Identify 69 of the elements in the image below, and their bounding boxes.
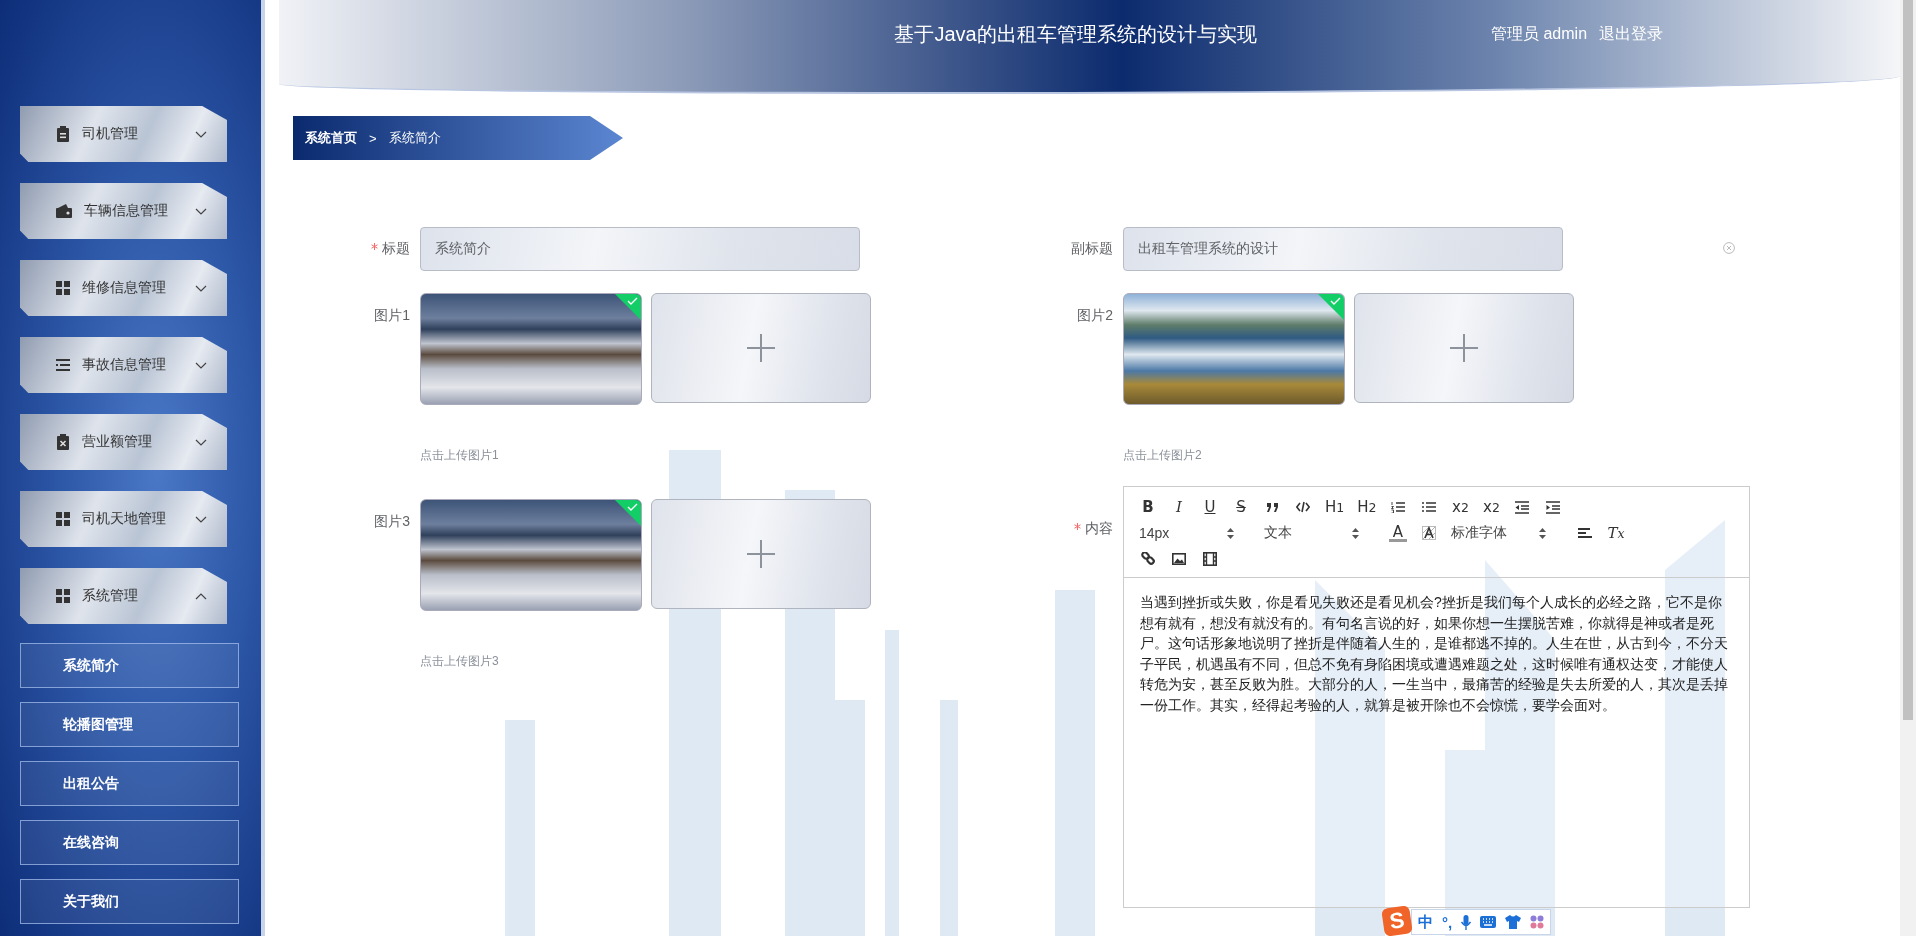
upload-hint: 点击上传图片2 (1123, 447, 1203, 464)
submenu-item[interactable]: 轮播图管理 (20, 702, 239, 747)
quote-icon[interactable] (1265, 501, 1279, 513)
code-icon[interactable] (1296, 501, 1310, 513)
plus-icon (1450, 334, 1478, 362)
format-button[interactable]: A (1389, 524, 1407, 542)
menu-item[interactable]: 营业额管理 (20, 414, 227, 470)
grid-icon (56, 589, 70, 603)
format-button[interactable]: I (1170, 498, 1188, 516)
breadcrumb-link[interactable]: 系统首页 (305, 129, 357, 147)
clipboard-icon (56, 126, 70, 142)
plus-icon (747, 334, 775, 362)
wallet-icon (56, 204, 72, 218)
keyboard-icon[interactable] (1480, 916, 1497, 928)
menu-item[interactable]: 系统管理 (20, 568, 227, 624)
punctuation-toggle[interactable]: °, (1442, 913, 1453, 931)
scrollbar-thumb[interactable] (1903, 0, 1913, 720)
ime-mode[interactable]: 中 (1418, 912, 1433, 932)
grid-icon (56, 281, 70, 295)
app-title: 基于Java的出租车管理系统的设计与实现 (894, 21, 1257, 47)
video-icon[interactable] (1203, 552, 1217, 566)
format-button[interactable]: S (1232, 498, 1250, 516)
breadcrumb-current: 系统简介 (388, 129, 441, 147)
field-label: 标题 (382, 239, 410, 258)
menu-item[interactable]: 司机天地管理 (20, 491, 227, 547)
outdent-icon[interactable] (1515, 500, 1530, 514)
link-icon[interactable] (1141, 552, 1155, 566)
text-input[interactable]: 出租车管理系统的设计 (1123, 227, 1563, 271)
plus-icon (747, 540, 775, 568)
highlight-icon[interactable] (1422, 526, 1436, 540)
content-text: 当遇到挫折或失败，你是看见失败还是看见机会?挫折是我们每个人成长的必经之路，它不是你想有就有，想没有就没有的。有句名言说的好，如果你想一生摆脱苦难，你就得是神或者是死尸。这句话形象地说明了挫折是伴随着人生的，是谁都逃不掉的。人生在世，从古到今，不分天子平民，机遇虽有不同，但总不免有身陷困境或遭遇难题之处，这时候唯有通权达变，才能使人转危为安，甚至反败为胜。大部分的人，一生当中，最痛苦的经验是失去所爱的人，其次是丢掉一份工作。其实，经得起考验的人，就算是被开除也不会惊慌，要学会面对。 (1139, 593, 1729, 715)
indent-icon[interactable] (1546, 500, 1561, 514)
submenu-item[interactable]: 关于我们 (20, 879, 239, 924)
sort-arrows-icon (1539, 527, 1546, 539)
align-left-icon[interactable] (1578, 527, 1592, 539)
field-label: 图片2 (1077, 306, 1113, 325)
submenu-item[interactable]: 系统简介 (20, 643, 239, 688)
breadcrumb-separator: > (369, 130, 377, 146)
apps-icon[interactable] (1530, 915, 1545, 929)
sort-arrows-icon (1352, 527, 1359, 539)
clipboard-x-icon (56, 434, 70, 450)
grid-icon (56, 512, 70, 526)
menu-item[interactable]: 维修信息管理 (20, 260, 227, 316)
field-label: 图片3 (374, 512, 410, 531)
upload-hint: 点击上传图片1 (420, 447, 500, 464)
text-input[interactable]: 系统简介 (420, 227, 860, 271)
shirt-icon[interactable] (1505, 915, 1522, 929)
menu-item[interactable]: 车辆信息管理 (20, 183, 227, 239)
dropdown-select[interactable]: 文本 (1264, 524, 1359, 542)
submenu-item[interactable]: 出租公告 (20, 761, 239, 806)
submenu-item[interactable]: 在线咨询 (20, 820, 239, 865)
image-icon[interactable] (1172, 553, 1186, 565)
dropdown-select[interactable]: 标准字体 (1451, 524, 1546, 542)
field-label: 副标题 (1071, 239, 1113, 258)
field-label: 内容 (1085, 519, 1113, 538)
upload-hint: 点击上传图片3 (420, 653, 500, 670)
dropdown-select[interactable]: 14px (1139, 525, 1234, 541)
microphone-icon[interactable] (1461, 914, 1472, 930)
menu-item[interactable]: 司机管理 (20, 106, 227, 162)
rich-text-editor[interactable] (1123, 486, 1750, 908)
format-button[interactable]: U (1201, 498, 1219, 516)
user-name: 管理员 admin (1491, 24, 1588, 44)
list-icon (56, 359, 70, 371)
menu-item[interactable]: 事故信息管理 (20, 337, 227, 393)
sort-arrows-icon (1227, 527, 1234, 539)
format-button[interactable]: B (1139, 498, 1157, 516)
ordered-list-icon[interactable] (1391, 501, 1406, 513)
bullet-list-icon[interactable] (1422, 501, 1437, 513)
field-label: 图片1 (374, 306, 410, 325)
